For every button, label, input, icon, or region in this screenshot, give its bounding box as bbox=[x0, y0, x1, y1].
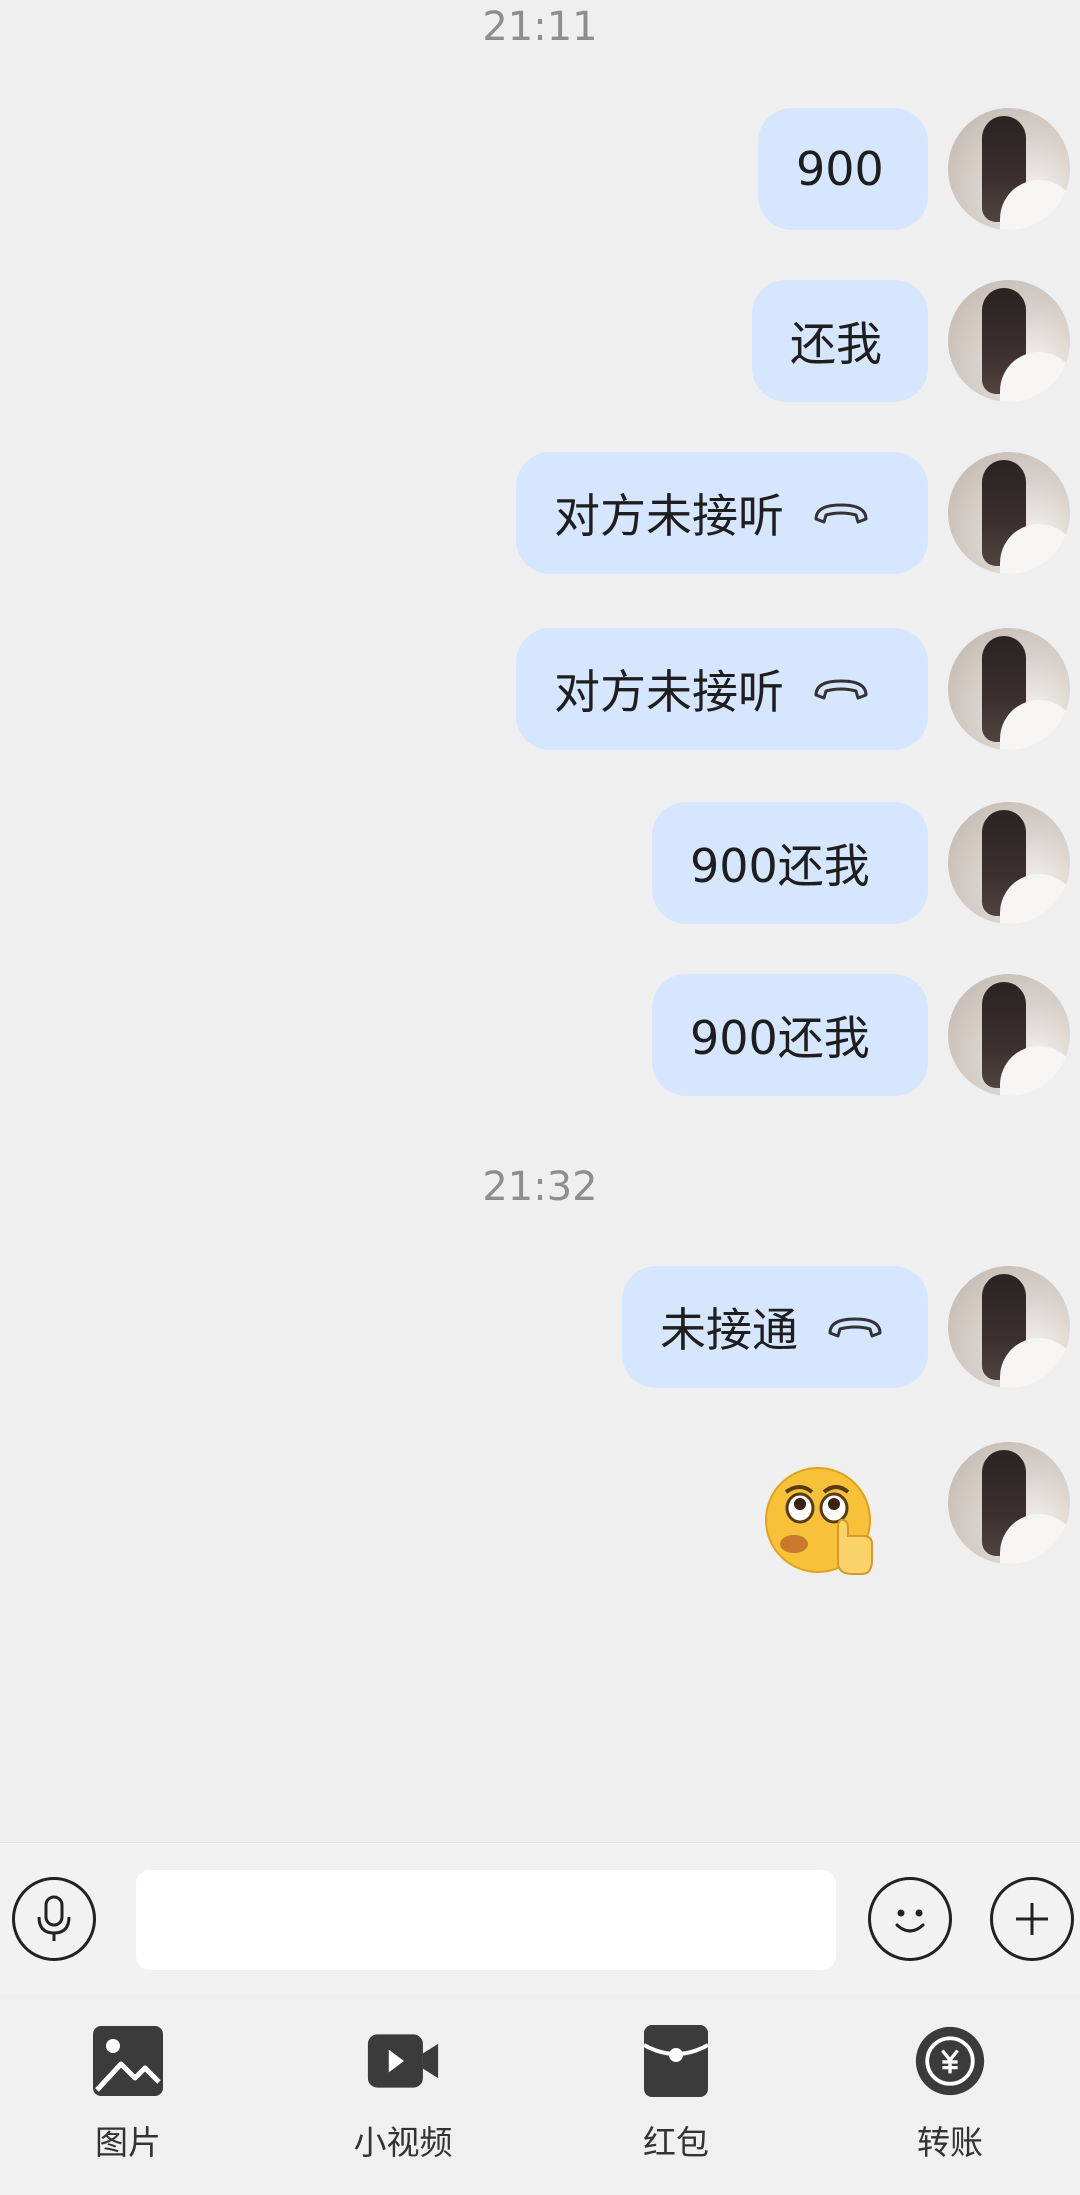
message-text: 对方未接听 bbox=[554, 489, 784, 543]
tool-label: 转账 bbox=[917, 2123, 983, 2162]
avatar[interactable] bbox=[948, 628, 1070, 750]
message-bubble[interactable]: 900 bbox=[758, 108, 928, 230]
avatar[interactable] bbox=[948, 452, 1070, 574]
message-text: 900还我 bbox=[690, 1011, 870, 1065]
tool-red-packet[interactable]: 红包 bbox=[586, 2024, 766, 2194]
avatar[interactable] bbox=[948, 108, 1070, 230]
transfer-icon bbox=[913, 2024, 987, 2098]
sticker-emoji-icon[interactable] bbox=[762, 1462, 880, 1580]
tool-video[interactable]: 小视频 bbox=[313, 2024, 493, 2194]
tool-label: 小视频 bbox=[353, 2123, 453, 2162]
avatar[interactable] bbox=[948, 974, 1070, 1096]
message-text: 还我 bbox=[790, 317, 882, 371]
voice-button[interactable] bbox=[12, 1877, 96, 1961]
message-row: 未接通 bbox=[0, 1266, 1080, 1396]
message-input-bar bbox=[0, 1842, 1080, 1995]
message-input[interactable] bbox=[136, 1870, 836, 1970]
message-row: 对方未接听 bbox=[0, 628, 1080, 758]
emoji-button[interactable] bbox=[868, 1877, 952, 1961]
message-row: 900还我 bbox=[0, 802, 1080, 932]
avatar[interactable] bbox=[948, 1266, 1070, 1388]
message-text: 900还我 bbox=[690, 839, 870, 893]
message-text: 对方未接听 bbox=[554, 665, 784, 719]
tool-panel: 图片 小视频 红包 转账 bbox=[0, 1994, 1080, 2195]
message-row bbox=[0, 1442, 1080, 1602]
call-record-bubble[interactable]: 未接通 bbox=[622, 1266, 928, 1388]
call-record-bubble[interactable]: 对方未接听 bbox=[516, 628, 928, 750]
microphone-icon bbox=[37, 1895, 71, 1941]
message-row: 对方未接听 bbox=[0, 452, 1080, 582]
tool-label: 红包 bbox=[643, 2123, 709, 2162]
message-bubble[interactable]: 900还我 bbox=[652, 974, 928, 1096]
timestamp: 21:32 bbox=[482, 1164, 598, 1210]
smiley-icon bbox=[895, 1909, 925, 1933]
avatar[interactable] bbox=[948, 1442, 1070, 1564]
message-bubble[interactable]: 还我 bbox=[752, 280, 928, 402]
timestamp: 21:11 bbox=[482, 4, 598, 50]
phone-hangup-icon bbox=[812, 675, 870, 703]
message-row: 900 bbox=[0, 108, 1080, 238]
avatar[interactable] bbox=[948, 802, 1070, 924]
phone-hangup-icon bbox=[826, 1313, 884, 1341]
message-row: 900还我 bbox=[0, 974, 1080, 1104]
video-icon bbox=[366, 2024, 440, 2098]
message-row: 还我 bbox=[0, 280, 1080, 410]
avatar[interactable] bbox=[948, 280, 1070, 402]
image-icon bbox=[91, 2024, 165, 2098]
tool-image[interactable]: 图片 bbox=[38, 2024, 218, 2194]
tool-transfer[interactable]: 转账 bbox=[860, 2024, 1040, 2194]
message-bubble[interactable]: 900还我 bbox=[652, 802, 928, 924]
call-record-bubble[interactable]: 对方未接听 bbox=[516, 452, 928, 574]
message-text: 900 bbox=[796, 142, 884, 196]
tool-label: 图片 bbox=[95, 2123, 161, 2162]
red-packet-icon bbox=[639, 2024, 713, 2098]
phone-hangup-icon bbox=[812, 499, 870, 527]
message-text: 未接通 bbox=[660, 1303, 798, 1357]
more-button[interactable] bbox=[990, 1877, 1074, 1961]
plus-icon bbox=[1016, 1903, 1048, 1935]
